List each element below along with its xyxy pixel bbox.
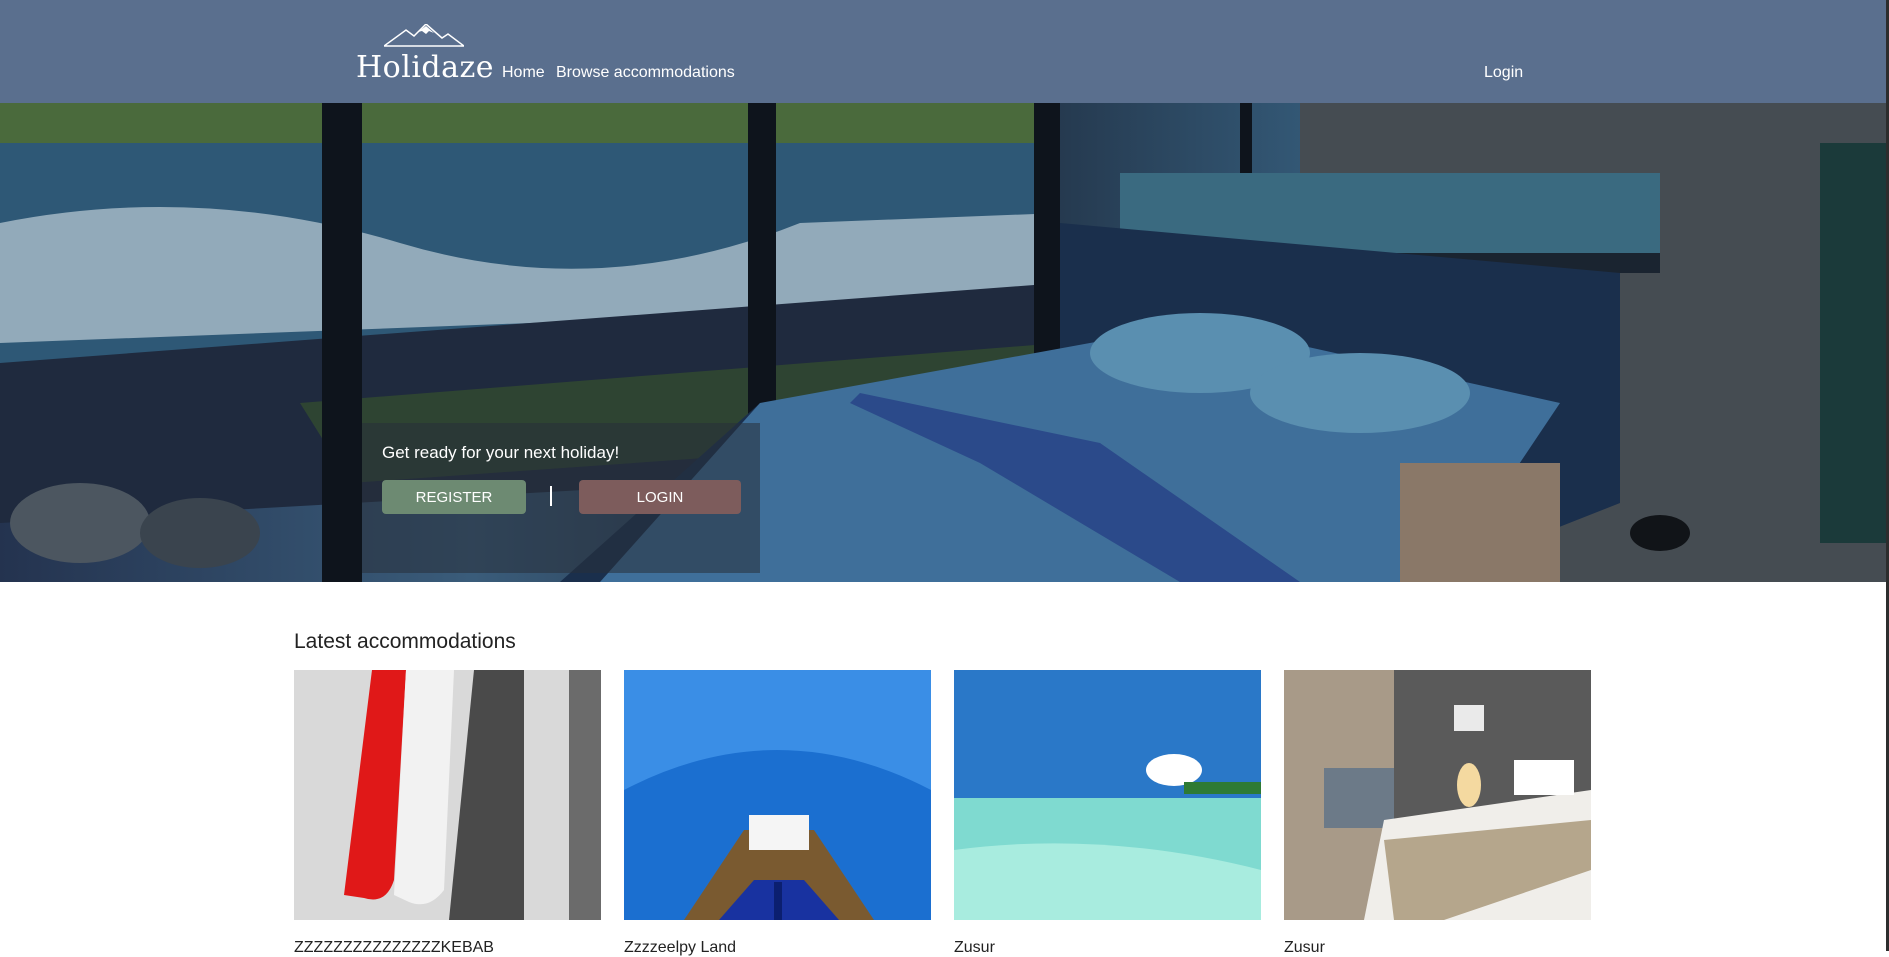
accommodation-image[interactable]: [954, 670, 1261, 920]
accommodation-name[interactable]: Zusur: [1284, 939, 1591, 957]
accommodation-image[interactable]: [1284, 670, 1591, 920]
nav-browse-accommodations-link[interactable]: Browse accommodations: [556, 64, 735, 82]
accommodation-name[interactable]: Zzzzeelpy Land: [624, 939, 931, 957]
accommodation-card[interactable]: ZZZZZZZZZZZZZZZKEBAB: [294, 670, 601, 957]
logo-text: Holidaze: [356, 50, 495, 85]
site-header: Holidaze Home Browse accommodations Logi…: [0, 0, 1889, 103]
hero-image: [0, 103, 1889, 582]
hero-cta-panel: Get ready for your next holiday! REGISTE…: [362, 423, 760, 573]
accommodation-card[interactable]: Zusur: [1284, 670, 1591, 957]
register-button[interactable]: REGISTER: [382, 480, 526, 514]
hero-login-button[interactable]: LOGIN: [579, 480, 741, 514]
holidaze-logo[interactable]: Holidaze: [356, 24, 494, 86]
mountain-icon: [384, 24, 464, 47]
nav-login-link[interactable]: Login: [1484, 64, 1523, 82]
accommodation-image[interactable]: [624, 670, 931, 920]
accommodation-image[interactable]: [294, 670, 601, 920]
accommodation-card[interactable]: Zusur: [954, 670, 1261, 957]
hero-tagline: Get ready for your next holiday!: [382, 443, 620, 462]
accommodation-name[interactable]: Zusur: [954, 939, 1261, 957]
accommodation-card[interactable]: Zzzzeelpy Land: [624, 670, 931, 957]
nav-home-link[interactable]: Home: [502, 64, 545, 82]
accommodation-name[interactable]: ZZZZZZZZZZZZZZZKEBAB: [294, 939, 601, 957]
hero-banner: Get ready for your next holiday! REGISTE…: [0, 103, 1889, 582]
cta-divider: [550, 486, 552, 506]
latest-accommodations-heading: Latest accommodations: [294, 630, 516, 653]
